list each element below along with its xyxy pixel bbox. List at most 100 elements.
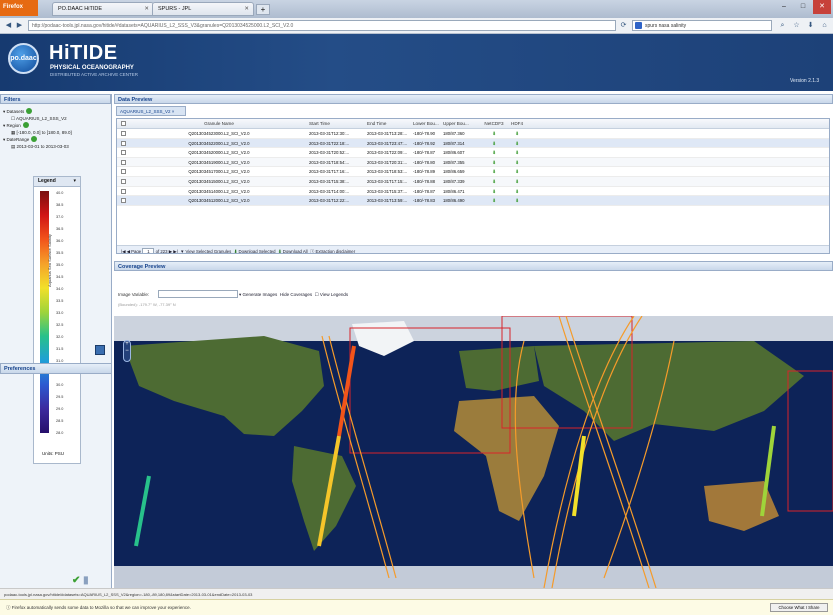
- image-variable-dropdown-icon[interactable]: ▾: [239, 292, 241, 297]
- download-icon[interactable]: ⬇: [481, 158, 507, 167]
- coverage-preview-title: Coverage Preview: [114, 261, 833, 271]
- table-row[interactable]: Q2013034517000.L2_SCI_V2.0 2013-03-31T17:…: [117, 167, 829, 177]
- column-header[interactable]: Upper Bou...: [443, 119, 481, 128]
- generate-images-button[interactable]: Generate Images: [243, 292, 278, 297]
- page-input[interactable]: 1: [142, 248, 155, 253]
- firefox-menu-button[interactable]: Firefox: [0, 0, 38, 16]
- table-row[interactable]: Q2013034512000.L2_SCI_V2.0 2013-03-31T12:…: [117, 196, 829, 206]
- add-daterange-icon[interactable]: [31, 136, 38, 142]
- last-page-icon[interactable]: ▶|: [173, 249, 177, 253]
- select-all-checkbox[interactable]: [117, 119, 129, 128]
- download-icon[interactable]: ⬇: [507, 129, 527, 138]
- row-checkbox[interactable]: [117, 148, 129, 157]
- coverage-map[interactable]: + −: [114, 316, 833, 588]
- download-all-button[interactable]: ⬇ Download All: [278, 249, 308, 253]
- filter-datasets[interactable]: ▾ Datasets: [3, 108, 108, 115]
- image-variable-select[interactable]: [158, 290, 238, 298]
- add-dataset-icon[interactable]: [26, 108, 33, 114]
- table-row[interactable]: Q2013034523000.L2_SCI_V2.0 2013-03-31T12:…: [117, 129, 829, 139]
- download-icon[interactable]: ⬇: [481, 167, 507, 176]
- notification-text: Firefox automatically sends some data to…: [11, 605, 191, 610]
- table-cell: 2013-03-31T17:16:...: [309, 169, 350, 175]
- browser-tab-hitide[interactable]: PO.DAAC HiTIDE ✕: [52, 2, 154, 16]
- close-icon[interactable]: ✕: [144, 6, 149, 12]
- legend-tick-label: 35.0: [56, 263, 64, 267]
- minimize-button[interactable]: –: [775, 0, 793, 14]
- disclaimer-link[interactable]: ⓘ Extraction disclaimer: [310, 249, 355, 253]
- legend-collapse-icon[interactable]: ▾: [73, 178, 76, 184]
- table-cell: -180/-78.88: [413, 178, 435, 184]
- new-tab-button[interactable]: +: [256, 4, 270, 15]
- column-header[interactable]: End Time: [367, 119, 413, 128]
- save-icon[interactable]: [95, 345, 105, 355]
- download-icon[interactable]: ⬇: [481, 139, 507, 148]
- download-icon[interactable]: ⬇: [507, 148, 527, 157]
- download-icon[interactable]: ⬇: [507, 167, 527, 176]
- legend-tick-label: 40.0: [56, 191, 64, 195]
- row-checkbox[interactable]: [117, 139, 129, 148]
- row-checkbox[interactable]: [117, 187, 129, 196]
- view-selected-button[interactable]: ▼ View Selected Granules: [180, 249, 231, 253]
- column-header[interactable]: Granule Name: [129, 119, 309, 128]
- search-icon[interactable]: ⌕: [778, 21, 787, 30]
- row-checkbox[interactable]: [117, 129, 129, 138]
- close-window-button[interactable]: ✕: [813, 0, 831, 14]
- filter-dataset-value[interactable]: ☐ AQUARIUS_L2_SSS_V2: [3, 115, 108, 122]
- maximize-button[interactable]: □: [794, 0, 812, 14]
- download-icon[interactable]: ⬇: [507, 177, 527, 186]
- row-checkbox[interactable]: [117, 158, 129, 167]
- row-checkbox[interactable]: [117, 177, 129, 186]
- download-icon[interactable]: ⬇: [481, 196, 507, 205]
- add-region-icon[interactable]: [22, 122, 29, 128]
- filter-daterange-value[interactable]: ▤ 2013-03-01 to 2013-03-03: [3, 143, 108, 150]
- column-header[interactable]: Lower Bou...: [413, 119, 443, 128]
- zoom-control[interactable]: + −: [123, 340, 131, 362]
- row-checkbox[interactable]: [117, 167, 129, 176]
- close-icon[interactable]: ✕: [244, 6, 249, 12]
- first-page-icon[interactable]: |◀: [121, 249, 125, 253]
- browser-tab-spurs[interactable]: SPURS - JPL ✕: [152, 2, 254, 16]
- download-icon[interactable]: ⬇: [481, 177, 507, 186]
- search-input[interactable]: spurs nasa salinity: [632, 20, 772, 31]
- table-row[interactable]: Q2013034520000.L2_SCI_V2.0 2013-03-31T20:…: [117, 148, 829, 158]
- table-row[interactable]: Q2013034522000.L2_SCI_V2.0 2013-03-31T22:…: [117, 138, 829, 149]
- url-bar[interactable]: http://podaac-tools.jpl.nasa.gov/hitide/…: [28, 20, 616, 31]
- hide-coverages-button[interactable]: Hide Coverages: [280, 292, 312, 297]
- legend-tick-label: 34.5: [56, 275, 64, 279]
- column-header[interactable]: HDF4: [507, 119, 527, 128]
- table-cell: -180/-78.89: [413, 169, 435, 175]
- download-icon[interactable]: ⬇: [507, 158, 527, 167]
- filter-daterange[interactable]: ▾ DateRange: [3, 136, 108, 143]
- download-icon[interactable]: ⬇: [507, 139, 527, 148]
- download-icon[interactable]: ⬇: [507, 196, 527, 205]
- table-row[interactable]: Q2013034515000.L2_SCI_V2.0 2013-03-31T15:…: [117, 176, 829, 187]
- back-icon[interactable]: ◀: [4, 21, 13, 30]
- table-row[interactable]: Q2013034519000.L2_SCI_V2.0 2013-03-31T18:…: [117, 157, 829, 168]
- next-page-icon[interactable]: ▶: [169, 249, 172, 253]
- download-icon[interactable]: ⬇: [481, 148, 507, 157]
- tab-dataset[interactable]: AQUARIUS_L2_SSS_V2 ×: [116, 106, 186, 116]
- apply-icon[interactable]: ✔ ▮: [72, 575, 89, 586]
- choose-what-i-share-button[interactable]: Choose What I Share: [770, 603, 828, 612]
- close-icon[interactable]: ×: [172, 109, 175, 114]
- table-row[interactable]: Q2013034514000.L2_SCI_V2.0 2013-03-31T14:…: [117, 187, 829, 197]
- view-legends-checkbox[interactable]: ☐ View Legends: [315, 292, 349, 297]
- column-header[interactable]: NetCDF3: [481, 119, 507, 128]
- reload-icon[interactable]: ⟳: [619, 21, 628, 30]
- download-icon[interactable]: ⬇: [806, 21, 815, 30]
- bookmarks-icon[interactable]: ☆: [792, 21, 801, 30]
- column-header[interactable]: Start Time: [309, 119, 367, 128]
- download-icon[interactable]: ⬇: [481, 187, 507, 196]
- filter-region[interactable]: ▾ Region: [3, 122, 108, 129]
- download-icon[interactable]: ⬇: [507, 187, 527, 196]
- legend-units: Units: PSU: [42, 451, 65, 456]
- row-checkbox[interactable]: [117, 196, 129, 205]
- filter-region-value[interactable]: ▦ [-180.0, 0.0] to [180.0, 89.0]: [3, 129, 108, 136]
- download-icon[interactable]: ⬇: [481, 129, 507, 138]
- home-icon[interactable]: ⌂: [820, 21, 829, 30]
- status-bar: podaac-tools.jpl.nasa.gov/hitide/#datase…: [0, 588, 833, 599]
- world-map[interactable]: [114, 316, 833, 588]
- forward-icon[interactable]: ▶: [15, 21, 24, 30]
- prev-page-icon[interactable]: ◀: [127, 249, 130, 253]
- download-selected-button[interactable]: ⬇ Download Selected: [234, 249, 276, 253]
